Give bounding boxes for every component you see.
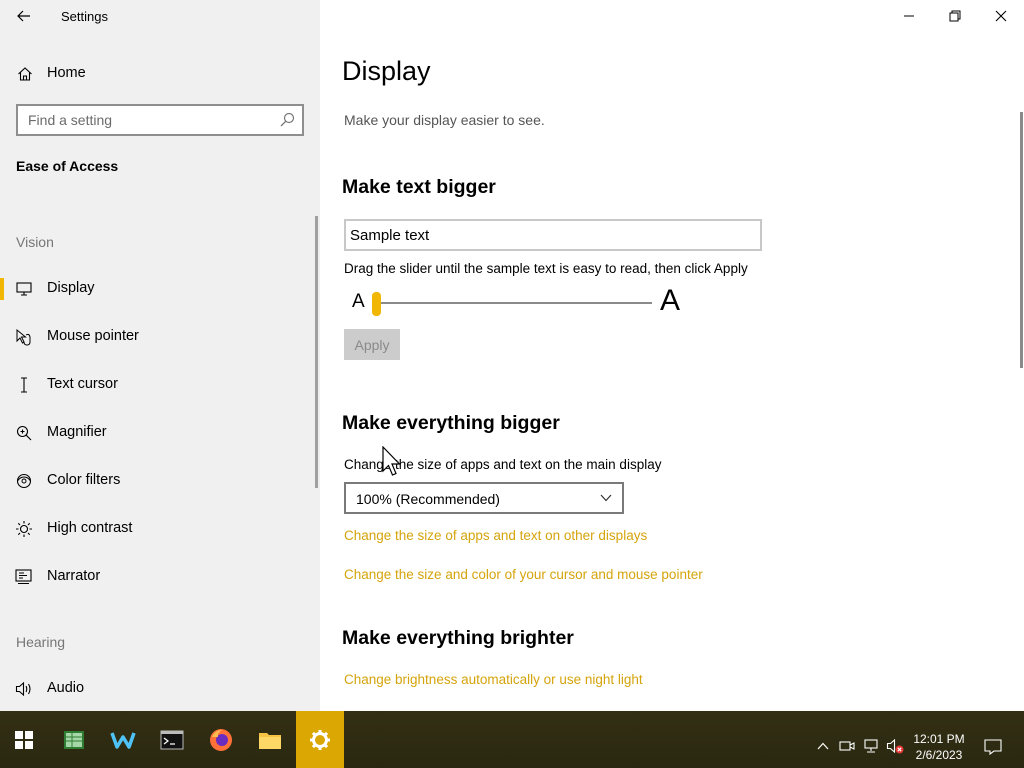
file-explorer-icon [259,732,281,749]
search-input[interactable] [18,112,268,128]
scale-selected-value: 100% (Recommended) [356,491,500,507]
sidebar-scrollbar[interactable] [315,216,318,488]
mouse-pointer-icon [14,327,34,347]
heading-make-everything-brighter: Make everything brighter [342,627,574,649]
home-icon [16,65,34,83]
restore-icon [949,10,961,22]
text-cursor-icon [14,375,34,395]
high-contrast-icon [14,519,34,539]
start-button[interactable] [0,711,48,768]
slider-min-label: A [352,291,365,312]
minimize-icon [904,15,914,17]
page-title: Display [342,56,431,86]
sidebar-item-label: High contrast [47,520,133,536]
wps-app-icon [110,731,136,749]
tray-volume[interactable] [886,737,904,755]
sidebar-item-text-cursor[interactable]: Text cursor [0,365,316,405]
tray-overflow-button[interactable] [814,737,832,755]
search-icon [280,112,295,127]
selection-indicator [0,278,4,300]
sidebar-item-label: Mouse pointer [47,328,139,344]
group-label-hearing: Hearing [16,634,66,650]
sidebar-item-label: Display [47,280,95,296]
section-title: Ease of Access [16,158,119,174]
sidebar-item-label: Audio [47,680,85,696]
link-other-displays[interactable]: Change the size of apps and text on othe… [344,528,647,543]
apply-button[interactable]: Apply [344,329,400,360]
taskbar-wps[interactable] [99,711,147,768]
spreadsheet-app-icon [64,730,84,749]
restore-button[interactable] [932,0,978,32]
action-center-button[interactable] [975,731,1011,763]
color-filters-icon [14,471,34,491]
scale-description: Change the size of apps and text on the … [344,457,662,472]
sidebar-item-display[interactable]: Display [0,269,316,309]
heading-make-everything-bigger: Make everything bigger [342,412,560,434]
firefox-icon [210,728,232,751]
taskbar-spreadsheet[interactable] [50,711,98,768]
sample-text-box: Sample text [344,219,762,251]
search-box [16,104,304,136]
text-size-slider-thumb[interactable] [372,292,381,316]
link-brightness[interactable]: Change brightness automatically or use n… [344,672,643,687]
sidebar-item-label: Color filters [47,472,121,488]
meet-now-icon [839,741,855,751]
sidebar-item-mouse-pointer[interactable]: Mouse pointer [0,317,316,357]
start-icon [15,730,33,749]
settings-window: Settings Home Ease of Access Vision Disp… [0,0,1024,711]
audio-icon [14,679,34,699]
sidebar-item-label: Narrator [47,568,101,584]
sidebar-item-narrator[interactable]: Narrator [0,557,316,597]
taskbar-clock[interactable]: 12:01 PM 2/6/2023 [908,731,970,763]
group-label-vision: Vision [16,234,54,250]
heading-make-text-bigger: Make text bigger [342,176,496,198]
narrator-icon [14,567,34,587]
tray-network[interactable] [862,737,880,755]
volume-muted-icon [886,738,904,754]
scale-dropdown[interactable]: 100% (Recommended) [344,482,624,514]
sidebar-item-label: Magnifier [47,424,107,440]
settings-icon [310,729,330,750]
notification-icon [984,739,1002,755]
monitor-icon [14,279,34,299]
close-button[interactable] [978,0,1024,32]
home-label: Home [47,65,86,81]
sidebar: Settings Home Ease of Access Vision Disp… [0,0,320,711]
sidebar-item-label: Text cursor [47,376,118,392]
nav-home[interactable]: Home [0,56,320,92]
taskbar-file-explorer[interactable] [246,711,294,768]
link-cursor-settings[interactable]: Change the size and color of your cursor… [344,567,703,582]
chevron-down-icon [600,494,612,502]
sidebar-item-audio[interactable]: Audio [0,669,316,709]
taskbar-settings[interactable] [296,711,344,768]
close-icon [995,10,1007,22]
slider-max-label: A [660,284,681,317]
taskbar: 12:01 PM 2/6/2023 [0,711,1024,768]
network-icon [864,739,878,753]
main-content: Display Make your display easier to see.… [320,0,1024,711]
sidebar-item-high-contrast[interactable]: High contrast [0,509,316,549]
magnifier-icon [14,423,34,443]
main-scrollbar[interactable] [1020,112,1023,368]
clock-date: 2/6/2023 [915,748,963,762]
tray-meet-now[interactable] [838,737,856,755]
taskbar-firefox[interactable] [197,711,245,768]
taskbar-terminal[interactable] [148,711,196,768]
slider-instructions: Drag the slider until the sample text is… [344,261,748,276]
minimize-button[interactable] [886,0,932,32]
terminal-icon [160,730,184,749]
window-title: Settings [61,9,108,24]
back-button[interactable] [8,2,40,30]
back-arrow-icon [17,10,30,22]
page-subtitle: Make your display easier to see. [344,112,545,128]
sidebar-item-magnifier[interactable]: Magnifier [0,413,316,453]
clock-time: 12:01 PM [913,732,965,746]
sidebar-item-color-filters[interactable]: Color filters [0,461,316,501]
text-size-slider-track[interactable] [376,302,652,304]
chevron-up-icon [817,742,829,750]
